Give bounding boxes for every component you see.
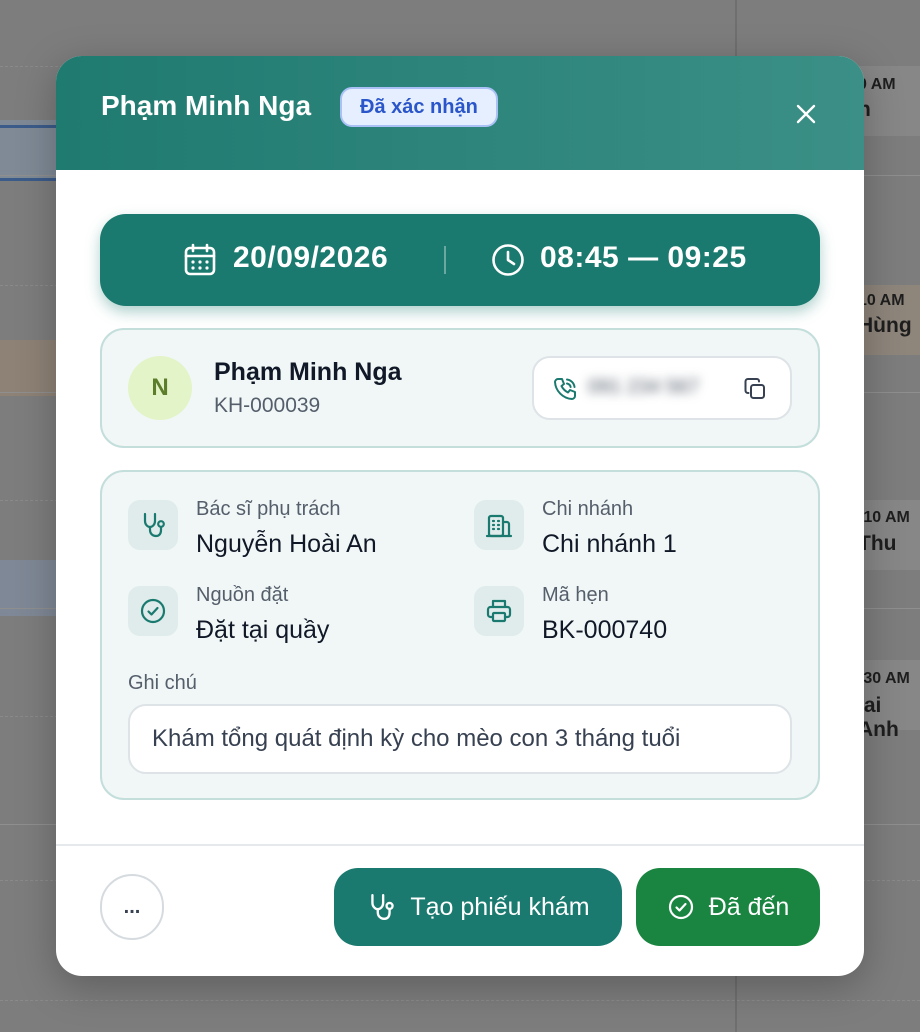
arrived-label: Đã đến	[708, 892, 790, 921]
branch-value: Chi nhánh 1	[542, 530, 677, 558]
datetime-bar: 20/09/2026 08:45 — 09:25	[100, 214, 820, 306]
doctor-icon-box	[128, 500, 178, 550]
branch-label: Chi nhánh	[542, 498, 634, 520]
phone-icon	[554, 378, 576, 400]
booking-code: BK-000740	[542, 616, 668, 644]
clock-icon	[492, 244, 524, 276]
printer-icon	[486, 599, 512, 623]
phone-number: 091 234 567	[588, 376, 700, 398]
customer-code: KH-000039	[214, 394, 321, 417]
source-label: Nguồn đặt	[196, 584, 289, 606]
create-exam-label: Tạo phiếu khám	[410, 892, 590, 921]
stethoscope-icon	[143, 512, 165, 538]
note-field[interactable]: Khám tổng quát định kỳ cho mèo con 3 thá…	[128, 704, 792, 774]
background-event-time: 10 AM	[858, 292, 905, 309]
footer-divider	[56, 844, 864, 846]
doctor-label: Bác sĩ phụ trách	[196, 498, 341, 520]
note-label: Ghi chú	[128, 672, 197, 694]
close-button[interactable]	[790, 98, 822, 130]
background-event-name: Hùng	[858, 314, 912, 337]
background-line	[0, 178, 56, 181]
appointment-date: 20/09/2026	[233, 241, 389, 274]
source-icon-box	[128, 586, 178, 636]
background-event-time: :10 AM	[858, 509, 910, 526]
doctor-value: Nguyễn Hoài An	[196, 530, 377, 558]
phone-box[interactable]: 091 234 567	[532, 356, 792, 420]
appointment-time-range: 08:45 — 09:25	[540, 241, 747, 274]
modal-title: Phạm Minh Nga	[101, 90, 312, 121]
customer-card: N Phạm Minh Nga KH-000039 091 234 567	[100, 328, 820, 448]
close-icon	[796, 104, 816, 124]
background-event-band	[0, 340, 60, 396]
booking-label: Mã hẹn	[542, 584, 609, 606]
background-event-name: lai Anh	[858, 694, 899, 741]
background-event-band	[0, 120, 60, 180]
background-line	[0, 125, 56, 128]
appointment-modal: Phạm Minh Nga Đã xác nhận 20/09/2026 08:…	[56, 56, 864, 976]
create-exam-button[interactable]: Tạo phiếu khám	[334, 868, 622, 946]
booking-icon-box	[474, 586, 524, 636]
status-badge: Đã xác nhận	[340, 87, 498, 127]
source-value: Đặt tại quầy	[196, 616, 330, 644]
stethoscope-icon	[371, 894, 395, 920]
calendar-icon	[184, 243, 216, 276]
avatar: N	[128, 356, 192, 420]
modal-header: Phạm Minh Nga Đã xác nhận	[56, 56, 864, 170]
branch-icon-box	[474, 500, 524, 550]
details-card: Bác sĩ phụ trách Nguyễn Hoài An Chi nhán…	[100, 470, 820, 800]
background-gridline	[0, 1000, 920, 1001]
copy-icon[interactable]	[742, 376, 768, 402]
customer-name[interactable]: Phạm Minh Nga	[214, 358, 402, 387]
background-event-time: :30 AM	[858, 670, 910, 687]
check-circle-icon	[668, 894, 693, 920]
building-icon	[485, 514, 513, 538]
more-options-button[interactable]: ...	[100, 874, 164, 940]
datetime-separator	[444, 246, 446, 274]
arrived-button[interactable]: Đã đến	[636, 868, 820, 946]
check-circle-icon	[140, 598, 166, 624]
